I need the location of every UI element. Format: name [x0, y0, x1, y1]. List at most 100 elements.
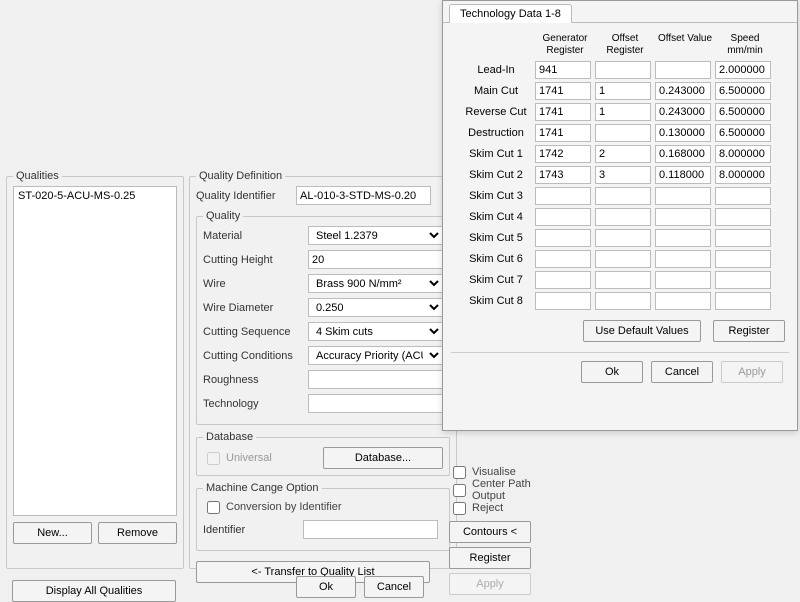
tech-cell[interactable] [715, 166, 771, 184]
cutting-height-field[interactable] [308, 250, 443, 269]
tech-cell[interactable] [535, 61, 591, 79]
tech-cell[interactable] [715, 82, 771, 100]
table-row: Skim Cut 4 [451, 208, 789, 226]
tech-cell[interactable] [715, 187, 771, 205]
row-label: Skim Cut 2 [451, 169, 535, 181]
tech-cell[interactable] [715, 208, 771, 226]
tech-cell[interactable] [595, 82, 651, 100]
tech-cell[interactable] [535, 229, 591, 247]
technology-field[interactable] [308, 394, 443, 413]
tech-cell[interactable] [595, 292, 651, 310]
wire-select[interactable]: Brass 900 N/mm² [308, 274, 443, 293]
center-path-output-checkbox[interactable]: Center Path Output [449, 481, 539, 499]
cutting-conditions-label: Cutting Conditions [203, 350, 308, 362]
tech-register-button[interactable]: Register [713, 320, 785, 342]
table-row: Skim Cut 5 [451, 229, 789, 247]
tech-cell[interactable] [535, 103, 591, 121]
tab-technology-data[interactable]: Technology Data 1-8 [449, 4, 572, 23]
table-row: Skim Cut 8 [451, 292, 789, 310]
tech-cell[interactable] [595, 124, 651, 142]
tech-cell[interactable] [655, 187, 711, 205]
technology-label: Technology [203, 398, 308, 410]
table-row: Destruction [451, 124, 789, 142]
tech-cell[interactable] [535, 166, 591, 184]
tech-cell[interactable] [535, 208, 591, 226]
qualities-list[interactable]: ST-020-5-ACU-MS-0.25 [13, 186, 177, 516]
conversion-by-identifier-checkbox[interactable]: Conversion by Identifier [203, 498, 443, 516]
contours-button[interactable]: Contours < [449, 521, 531, 543]
cutting-sequence-select[interactable]: 4 Skim cuts [308, 322, 443, 341]
tech-cell[interactable] [715, 145, 771, 163]
cutting-conditions-select[interactable]: Accuracy Priority (ACU) [308, 346, 443, 365]
tech-cell[interactable] [655, 229, 711, 247]
tech-cell[interactable] [535, 292, 591, 310]
tech-cell[interactable] [535, 250, 591, 268]
tech-cell[interactable] [715, 103, 771, 121]
row-label: Skim Cut 3 [451, 190, 535, 202]
material-select[interactable]: Steel 1.2379 [308, 226, 443, 245]
tech-cell[interactable] [535, 124, 591, 142]
database-button[interactable]: Database... [323, 447, 443, 469]
tech-cell[interactable] [595, 166, 651, 184]
row-label: Skim Cut 1 [451, 148, 535, 160]
tech-cancel-button[interactable]: Cancel [651, 361, 713, 383]
use-default-values-button[interactable]: Use Default Values [583, 320, 701, 342]
tech-cell[interactable] [715, 229, 771, 247]
tech-cell[interactable] [595, 208, 651, 226]
roughness-field[interactable] [308, 370, 443, 389]
tech-cell[interactable] [595, 250, 651, 268]
new-button[interactable]: New... [13, 522, 92, 544]
tech-cell[interactable] [655, 124, 711, 142]
tech-cell[interactable] [535, 82, 591, 100]
tech-cell[interactable] [595, 187, 651, 205]
row-label: Main Cut [451, 85, 535, 97]
row-label: Skim Cut 8 [451, 295, 535, 307]
quality-identifier-field[interactable] [296, 186, 431, 205]
tech-cell[interactable] [715, 292, 771, 310]
tech-cell[interactable] [595, 103, 651, 121]
wire-label: Wire [203, 278, 308, 290]
wire-diameter-select[interactable]: 0.250 [308, 298, 443, 317]
tech-cell[interactable] [715, 250, 771, 268]
tech-cell[interactable] [655, 61, 711, 79]
tech-cell[interactable] [715, 124, 771, 142]
quality-group: Quality Material Steel 1.2379 Cutting He… [196, 210, 450, 425]
tech-cell[interactable] [655, 271, 711, 289]
tab-bar: Technology Data 1-8 [443, 1, 797, 23]
material-label: Material [203, 230, 308, 242]
tech-cell[interactable] [595, 145, 651, 163]
tech-cell[interactable] [595, 61, 651, 79]
database-group: Database Universal Database... [196, 431, 450, 476]
tech-cell[interactable] [655, 292, 711, 310]
row-label: Reverse Cut [451, 106, 535, 118]
table-row: Skim Cut 1 [451, 145, 789, 163]
tech-cell[interactable] [655, 145, 711, 163]
table-row: Skim Cut 3 [451, 187, 789, 205]
tech-cell[interactable] [535, 145, 591, 163]
col-speed: Speed mm/min [715, 33, 775, 61]
tech-cell[interactable] [535, 187, 591, 205]
remove-button[interactable]: Remove [98, 522, 177, 544]
identifier-field[interactable] [303, 520, 438, 539]
table-row: Reverse Cut [451, 103, 789, 121]
tech-cell[interactable] [715, 271, 771, 289]
quality-group-title: Quality [203, 210, 243, 222]
tech-cell[interactable] [595, 229, 651, 247]
display-all-qualities-button[interactable]: Display All Qualities [12, 580, 176, 602]
tech-cell[interactable] [715, 61, 771, 79]
list-item[interactable]: ST-020-5-ACU-MS-0.25 [16, 189, 174, 203]
tech-cell[interactable] [655, 208, 711, 226]
tech-cell[interactable] [535, 271, 591, 289]
cancel-button[interactable]: Cancel [364, 576, 424, 598]
register-button[interactable]: Register [449, 547, 531, 569]
tech-cell[interactable] [595, 271, 651, 289]
tech-ok-button[interactable]: Ok [581, 361, 643, 383]
ok-button[interactable]: Ok [296, 576, 356, 598]
options-column: Visualise Center Path Output Reject Cont… [449, 463, 539, 595]
tech-cell[interactable] [655, 166, 711, 184]
tech-cell[interactable] [655, 103, 711, 121]
tech-cell[interactable] [655, 250, 711, 268]
qualities-title: Qualities [13, 170, 62, 182]
tech-cell[interactable] [655, 82, 711, 100]
row-label: Skim Cut 6 [451, 253, 535, 265]
